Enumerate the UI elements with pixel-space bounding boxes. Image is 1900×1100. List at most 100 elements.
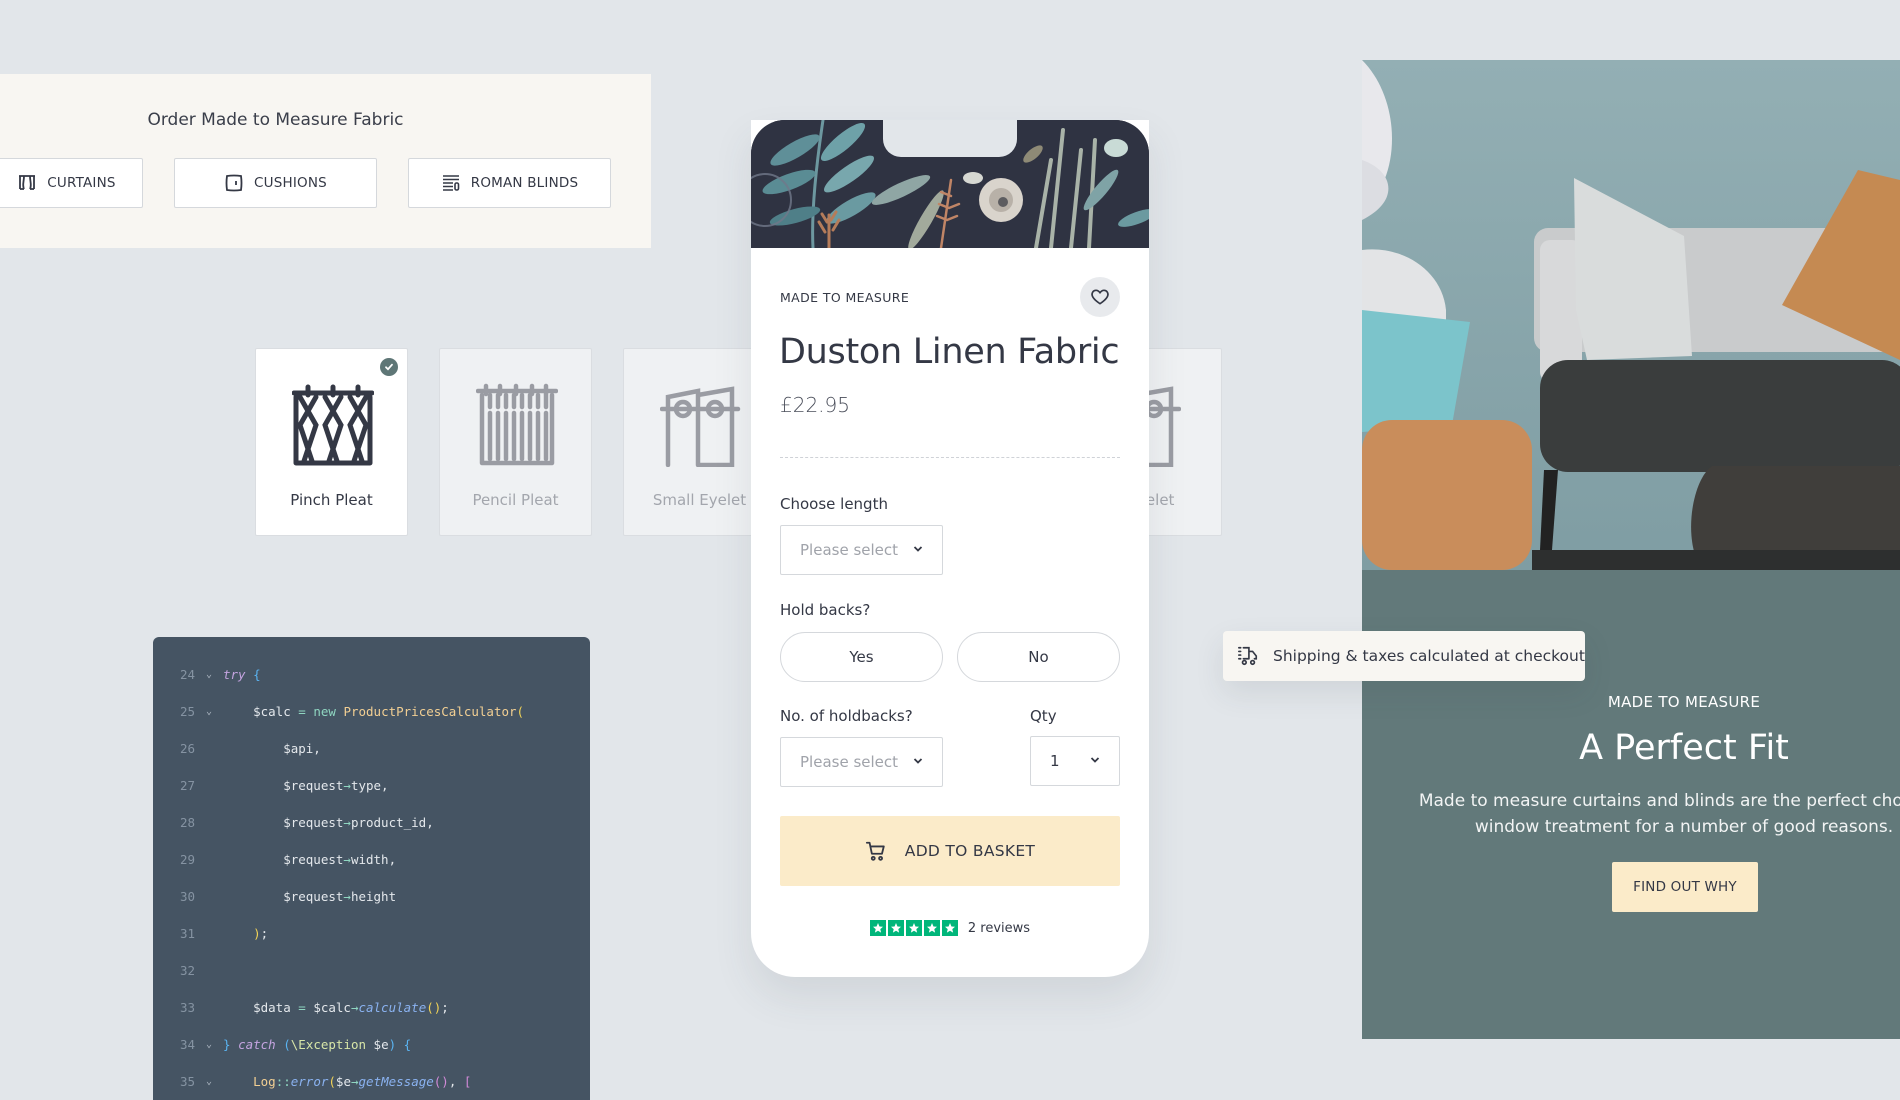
code-line: 26 $api, (153, 730, 590, 767)
roman-blinds-button[interactable]: ROMAN BLINDS (408, 158, 611, 208)
living-room-photo (1362, 60, 1900, 570)
small-eyelet-icon (660, 386, 741, 467)
star-icon (869, 920, 886, 936)
star-rating (869, 920, 958, 936)
reviews-count: 2 reviews (967, 920, 1031, 936)
fold-chevron-icon[interactable]: ⌄ (195, 1039, 223, 1050)
star-icon (941, 920, 958, 936)
code-text: $api, (223, 741, 321, 756)
cushion-icon (225, 174, 243, 192)
product-price: £22.95 (780, 393, 850, 417)
promo-eyebrow: MADE TO MEASURE (1607, 693, 1761, 711)
fold-chevron-icon[interactable]: ⌄ (195, 706, 223, 717)
code-text: $calc = new ProductPricesCalculator( (223, 704, 525, 719)
code-line: 34 ⌄} catch (\Exception $e) { (153, 1026, 590, 1063)
holdbacks-label: Hold backs? (780, 601, 871, 619)
delivery-truck-icon (1238, 646, 1258, 666)
divider (780, 457, 1120, 458)
sofa-photo (1362, 60, 1900, 570)
code-line: 33 $data = $calc→calculate(); (153, 989, 590, 1026)
product-eyebrow: MADE TO MEASURE (780, 290, 910, 305)
shipping-info-pill: Shipping & taxes calculated at checkout (1223, 631, 1585, 681)
code-line: 29 $request→width, (153, 841, 590, 878)
line-number: 31 (179, 926, 195, 941)
code-line: 25 ⌄ $calc = new ProductPricesCalculator( (153, 693, 590, 730)
qty-label: Qty (1030, 707, 1057, 725)
code-line: 35 ⌄ Log::error($e→getMessage(), [ (153, 1063, 590, 1100)
fold-chevron-icon[interactable]: ⌄ (195, 1076, 223, 1087)
line-number: 26 (179, 741, 195, 756)
chevron-down-icon (913, 758, 923, 764)
choose-length-value: Please select (800, 541, 899, 559)
wishlist-button[interactable] (1080, 277, 1120, 317)
promo-body: Made to measure curtains and blinds are … (1392, 788, 1900, 840)
number-of-holdbacks-label: No. of holdbacks? (780, 707, 913, 725)
selected-check-icon (380, 358, 398, 376)
curtains-button-label: CURTAINS (47, 175, 116, 191)
qty-value: 1 (1050, 752, 1060, 770)
reviews-summary[interactable]: 2 reviews (751, 920, 1149, 936)
line-number: 30 (179, 889, 195, 904)
cart-icon (865, 841, 885, 861)
find-out-why-button[interactable]: FIND OUT WHY (1612, 862, 1758, 912)
promo-body-line-2: window treatment for a number of good re… (1474, 817, 1894, 837)
promo-title: A Perfect Fit (1579, 728, 1789, 768)
phone-notch (883, 120, 1017, 157)
product-card: MADE TO MEASURE Duston Linen Fabric £22.… (751, 120, 1149, 977)
heading-option-pencil-pleat[interactable]: Pencil Pleat (439, 348, 592, 536)
holdbacks-yes-button[interactable]: Yes (780, 632, 943, 682)
line-number: 35 (179, 1074, 195, 1089)
shipping-info-text: Shipping & taxes calculated at checkout (1273, 647, 1585, 665)
code-line: 24 ⌄ try { (153, 656, 590, 693)
code-line: 28 $request→product_id, (153, 804, 590, 841)
heading-option-pinch-pleat[interactable]: Pinch Pleat (255, 348, 408, 536)
pencil-pleat-icon (476, 383, 558, 466)
line-number: 29 (179, 852, 195, 867)
choose-length-select[interactable]: Please select (780, 525, 943, 575)
promo-body-line-1: Made to measure curtains and blinds are … (1418, 791, 1900, 811)
cushions-button-label: CUSHIONS (254, 175, 327, 191)
order-made-to-measure-card: Order Made to Measure Fabric CURTAINS CU… (0, 74, 651, 248)
line-number: 28 (179, 815, 195, 830)
chevron-down-icon (913, 546, 923, 552)
code-text: Log::error($e→getMessage(), [ (253, 1074, 472, 1089)
star-icon (905, 920, 922, 936)
code-text: $request→product_id, (223, 815, 434, 830)
code-line: 31 ); (153, 915, 590, 952)
holdbacks-no-button[interactable]: No (957, 632, 1120, 682)
code-text: $request→width, (223, 852, 397, 867)
line-number: 32 (179, 963, 195, 978)
star-icon (923, 920, 940, 936)
line-number: 27 (179, 778, 195, 793)
fabric-pattern-image (751, 120, 1149, 248)
code-text: try { (223, 667, 261, 682)
code-text: ); (253, 926, 269, 941)
code-text: $data = $calc→calculate(); (223, 1000, 449, 1015)
add-to-basket-button[interactable]: ADD TO BASKET (780, 816, 1120, 886)
line-number: 33 (179, 1000, 195, 1015)
line-number: 24 (179, 667, 195, 682)
qty-select[interactable]: 1 (1030, 736, 1120, 786)
code-line: 32 (153, 952, 590, 989)
heading-option-label: Pinch Pleat (290, 491, 373, 509)
star-icon (887, 920, 904, 936)
choose-length-label: Choose length (780, 495, 888, 513)
chevron-down-icon (1090, 757, 1100, 763)
pinch-pleat-icon (292, 384, 374, 466)
roman-blinds-button-label: ROMAN BLINDS (470, 175, 579, 191)
line-number: 34 (179, 1037, 195, 1052)
fold-chevron-icon[interactable]: ⌄ (195, 669, 223, 680)
heading-option-label: Pencil Pleat (472, 491, 559, 509)
code-line: 30 $request→height (153, 878, 590, 915)
add-to-basket-label: ADD TO BASKET (904, 842, 1036, 860)
product-title: Duston Linen Fabric (779, 332, 1120, 372)
cushions-button[interactable]: CUSHIONS (174, 158, 377, 208)
curtains-button[interactable]: CURTAINS (0, 158, 143, 208)
curtains-icon (19, 175, 36, 190)
number-of-holdbacks-select[interactable]: Please select (780, 737, 943, 787)
code-snippet-panel: 24 ⌄ try {25 ⌄ $calc = new ProductPricesCal… (153, 637, 590, 1100)
code-line: 27 $request→type, (153, 767, 590, 804)
line-number: 25 (179, 704, 195, 719)
order-card-title: Order Made to Measure Fabric (147, 110, 404, 130)
roman-blind-icon (442, 175, 460, 191)
